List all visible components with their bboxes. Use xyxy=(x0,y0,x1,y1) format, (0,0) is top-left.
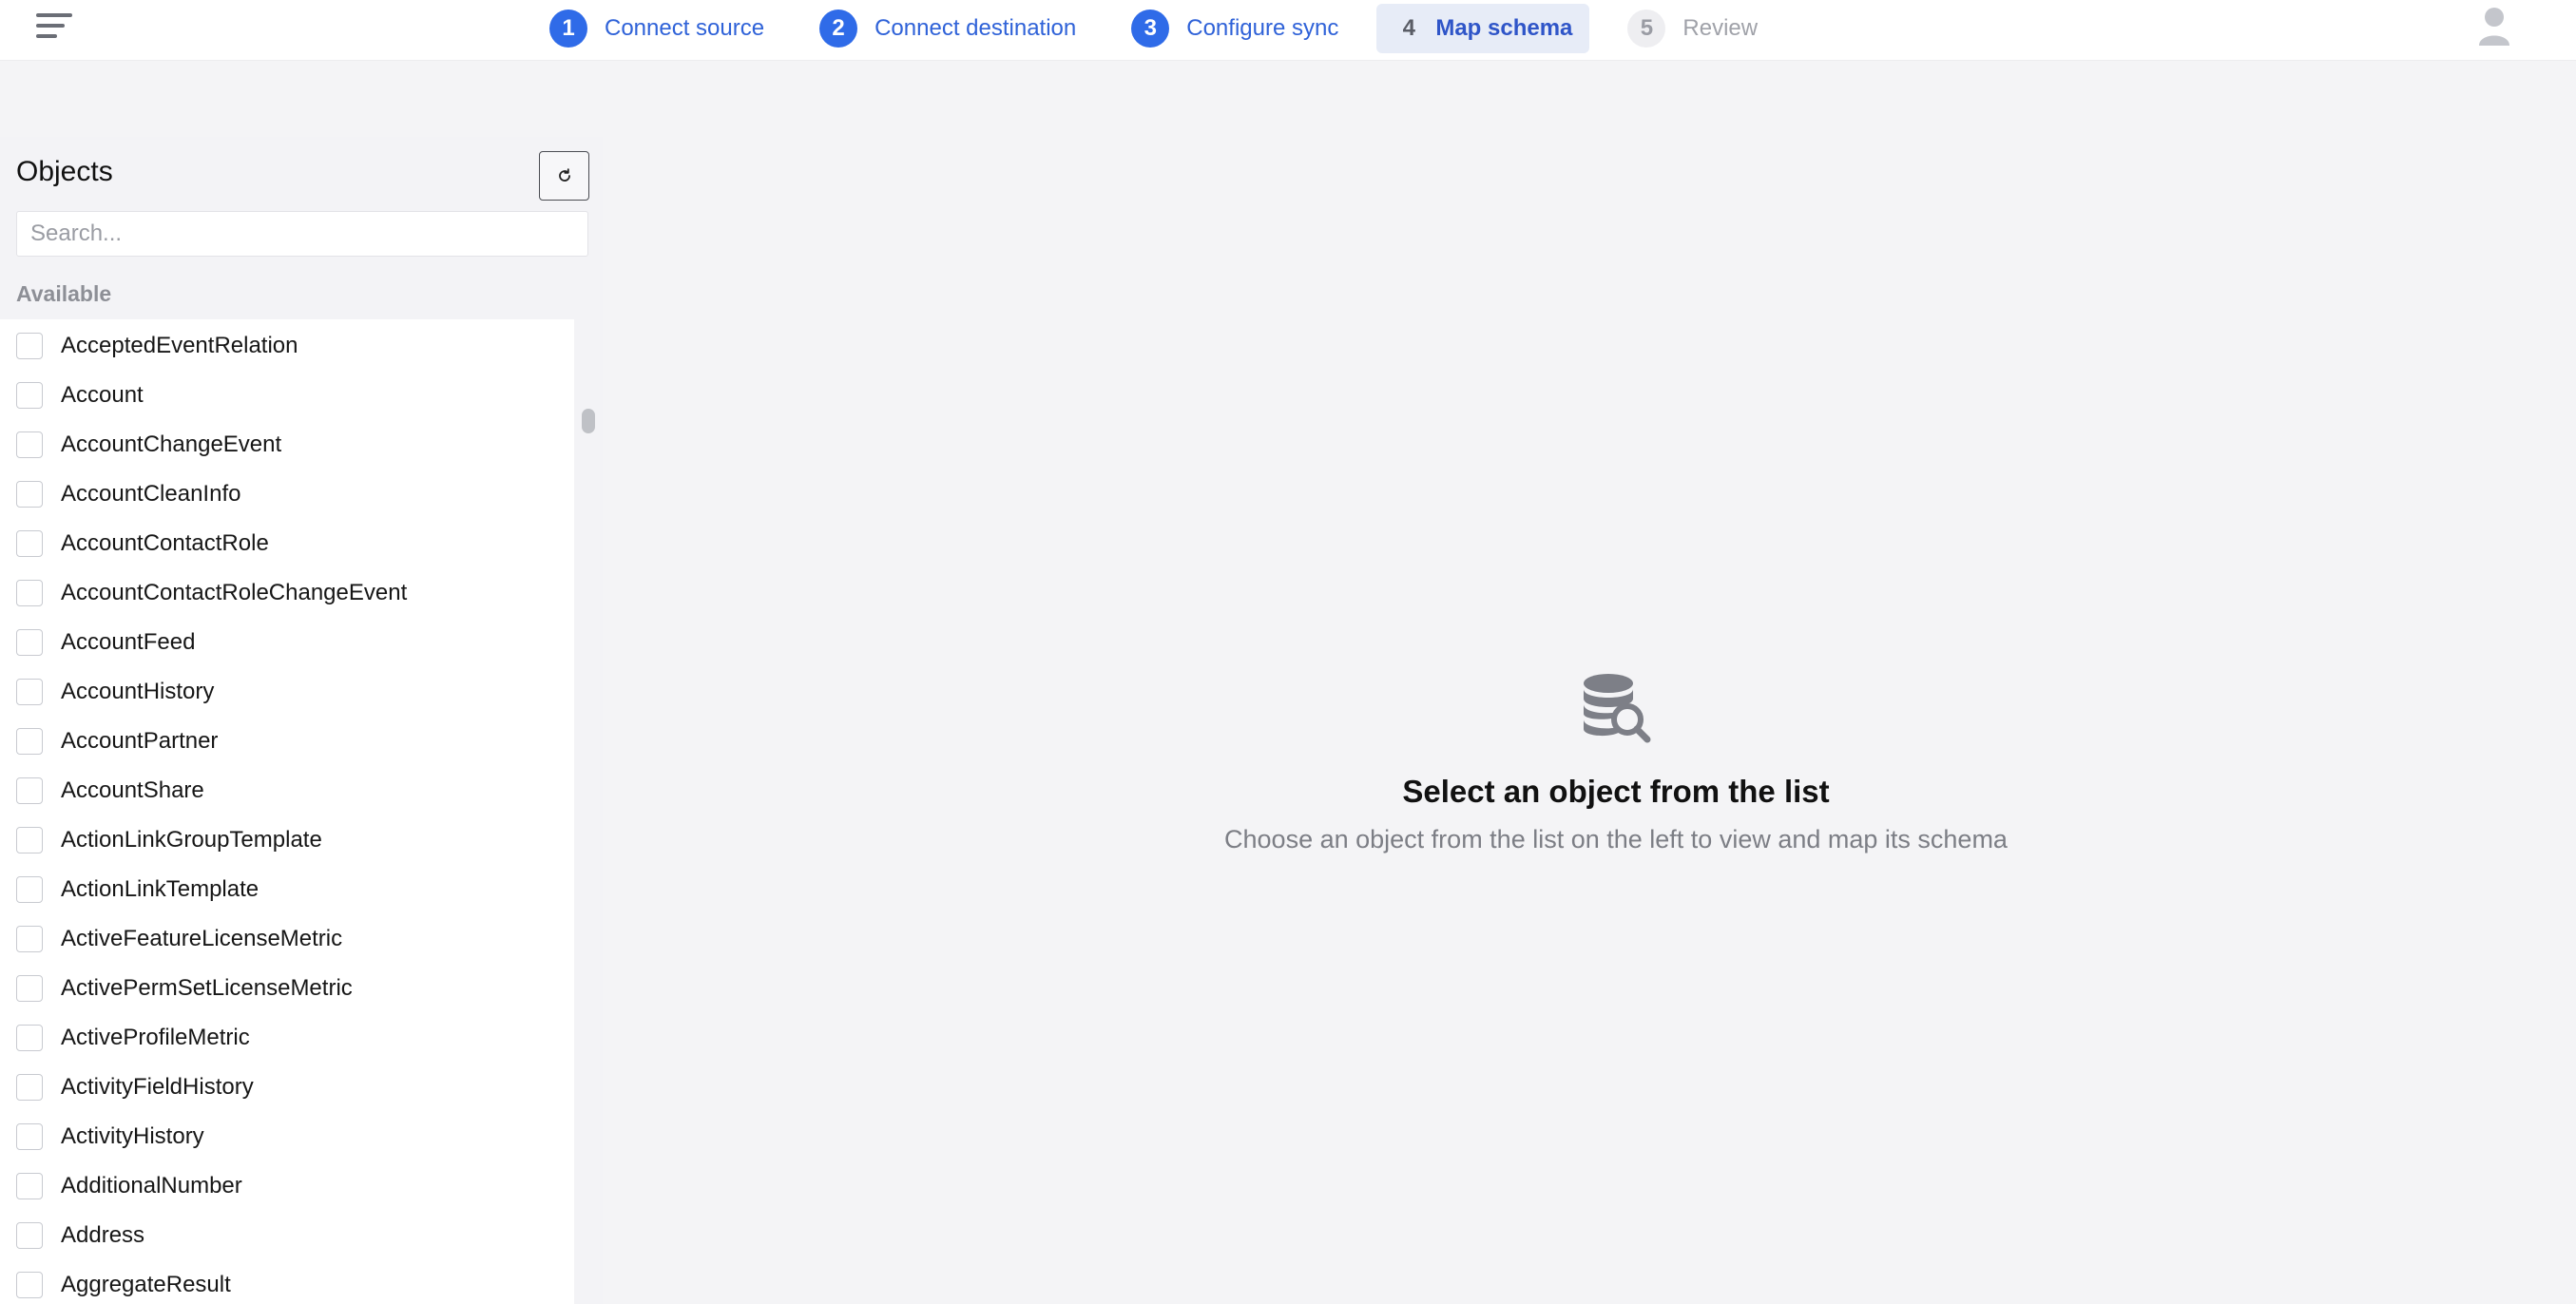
empty-state-title: Select an object from the list xyxy=(1402,774,1830,809)
step-configure-sync[interactable]: 3 Configure sync xyxy=(1114,4,1355,53)
checkbox[interactable] xyxy=(16,1222,43,1249)
objects-list: AcceptedEventRelation Account AccountCha… xyxy=(0,319,574,1304)
object-name: AccountChangeEvent xyxy=(61,431,282,457)
step-label: Connect source xyxy=(605,15,765,41)
hamburger-menu-icon[interactable] xyxy=(36,11,74,40)
empty-state: Select an object from the list Choose an… xyxy=(1046,670,2186,854)
step-label: Map schema xyxy=(1435,15,1573,41)
step-number: 3 xyxy=(1131,10,1170,48)
checkbox[interactable] xyxy=(16,1025,43,1051)
step-label: Connect destination xyxy=(875,15,1077,41)
object-name: Address xyxy=(61,1222,145,1248)
object-name: AccountContactRole xyxy=(61,530,269,556)
step-number: 2 xyxy=(819,10,858,48)
list-item[interactable]: AccountCleanInfo xyxy=(0,470,574,519)
object-name: AcceptedEventRelation xyxy=(61,333,298,358)
step-number: 5 xyxy=(1627,10,1666,48)
scrollbar[interactable] xyxy=(574,272,603,1304)
object-name: ActionLinkGroupTemplate xyxy=(61,827,322,853)
list-item[interactable]: AdditionalNumber xyxy=(0,1161,574,1211)
step-number: 1 xyxy=(549,10,587,48)
list-item[interactable]: AccountHistory xyxy=(0,667,574,717)
step-connect-destination[interactable]: 2 Connect destination xyxy=(802,4,1093,53)
list-item[interactable]: ActiveProfileMetric xyxy=(0,1013,574,1063)
checkbox[interactable] xyxy=(16,481,43,508)
object-name: AdditionalNumber xyxy=(61,1173,242,1199)
list-item[interactable]: AccountPartner xyxy=(0,717,574,766)
list-item[interactable]: ActivityHistory xyxy=(0,1112,574,1161)
top-bar: 1 Connect source 2 Connect destination 3… xyxy=(0,0,2576,61)
step-number: 4 xyxy=(1402,15,1415,41)
object-name: ActivityHistory xyxy=(61,1123,204,1149)
list-item[interactable]: ActivePermSetLicenseMetric xyxy=(0,964,574,1013)
list-item[interactable]: AggregateResult xyxy=(0,1260,574,1304)
panel-title: Objects xyxy=(16,156,113,187)
object-name: AggregateResult xyxy=(61,1272,231,1297)
scrollbar-thumb[interactable] xyxy=(582,409,595,433)
step-label: Review xyxy=(1682,15,1759,41)
refresh-button[interactable] xyxy=(539,151,589,201)
checkbox[interactable] xyxy=(16,827,43,853)
list-item[interactable]: ActiveFeatureLicenseMetric xyxy=(0,914,574,964)
object-name: ActivePermSetLicenseMetric xyxy=(61,975,353,1001)
list-item[interactable]: AccountShare xyxy=(0,766,574,815)
checkbox[interactable] xyxy=(16,876,43,903)
checkbox[interactable] xyxy=(16,1123,43,1150)
checkbox[interactable] xyxy=(16,975,43,1002)
checkbox[interactable] xyxy=(16,1074,43,1101)
checkbox[interactable] xyxy=(16,728,43,755)
step-label: Configure sync xyxy=(1186,15,1339,41)
checkbox[interactable] xyxy=(16,777,43,804)
object-name: AccountShare xyxy=(61,777,204,803)
object-name: AccountHistory xyxy=(61,679,215,704)
list-item[interactable]: Address xyxy=(0,1211,574,1260)
checkbox[interactable] xyxy=(16,629,43,656)
step-review[interactable]: 5 Review xyxy=(1610,4,1775,53)
list-item[interactable]: AcceptedEventRelation xyxy=(0,321,574,371)
list-item[interactable]: AccountContactRoleChangeEvent xyxy=(0,568,574,618)
wizard-stepper: 1 Connect source 2 Connect destination 3… xyxy=(532,4,1796,53)
step-connect-source[interactable]: 1 Connect source xyxy=(532,4,781,53)
object-name: ActiveFeatureLicenseMetric xyxy=(61,926,343,951)
object-name: AccountFeed xyxy=(61,629,196,655)
object-name: ActionLinkTemplate xyxy=(61,876,260,902)
list-item[interactable]: Account xyxy=(0,371,574,420)
object-name: ActiveProfileMetric xyxy=(61,1025,250,1050)
objects-panel-header: Objects Available xyxy=(0,137,603,319)
checkbox[interactable] xyxy=(16,333,43,359)
list-item[interactable]: AccountContactRole xyxy=(0,519,574,568)
objects-panel: Objects Available AcceptedEventRelation … xyxy=(0,137,603,1304)
checkbox[interactable] xyxy=(16,382,43,409)
list-item[interactable]: AccountFeed xyxy=(0,618,574,667)
search-input[interactable] xyxy=(16,211,588,257)
checkbox[interactable] xyxy=(16,926,43,952)
list-item[interactable]: ActivityFieldHistory xyxy=(0,1063,574,1112)
database-search-icon xyxy=(1578,670,1654,746)
section-label-available: Available xyxy=(16,281,112,306)
object-name: Account xyxy=(61,382,144,408)
checkbox[interactable] xyxy=(16,580,43,606)
object-name: AccountPartner xyxy=(61,728,219,754)
list-item[interactable]: ActionLinkTemplate xyxy=(0,865,574,914)
refresh-icon xyxy=(558,168,570,182)
list-item[interactable]: ActionLinkGroupTemplate xyxy=(0,815,574,865)
checkbox[interactable] xyxy=(16,679,43,705)
object-name: AccountCleanInfo xyxy=(61,481,241,507)
checkbox[interactable] xyxy=(16,530,43,557)
checkbox[interactable] xyxy=(16,431,43,458)
object-name: AccountContactRoleChangeEvent xyxy=(61,580,408,605)
checkbox[interactable] xyxy=(16,1272,43,1298)
checkbox[interactable] xyxy=(16,1173,43,1199)
list-item[interactable]: AccountChangeEvent xyxy=(0,420,574,470)
object-name: ActivityFieldHistory xyxy=(61,1074,254,1100)
step-map-schema[interactable]: 4 Map schema xyxy=(1376,4,1590,53)
empty-state-subtitle: Choose an object from the list on the le… xyxy=(1224,825,2008,853)
user-avatar-icon[interactable] xyxy=(2477,6,2511,48)
